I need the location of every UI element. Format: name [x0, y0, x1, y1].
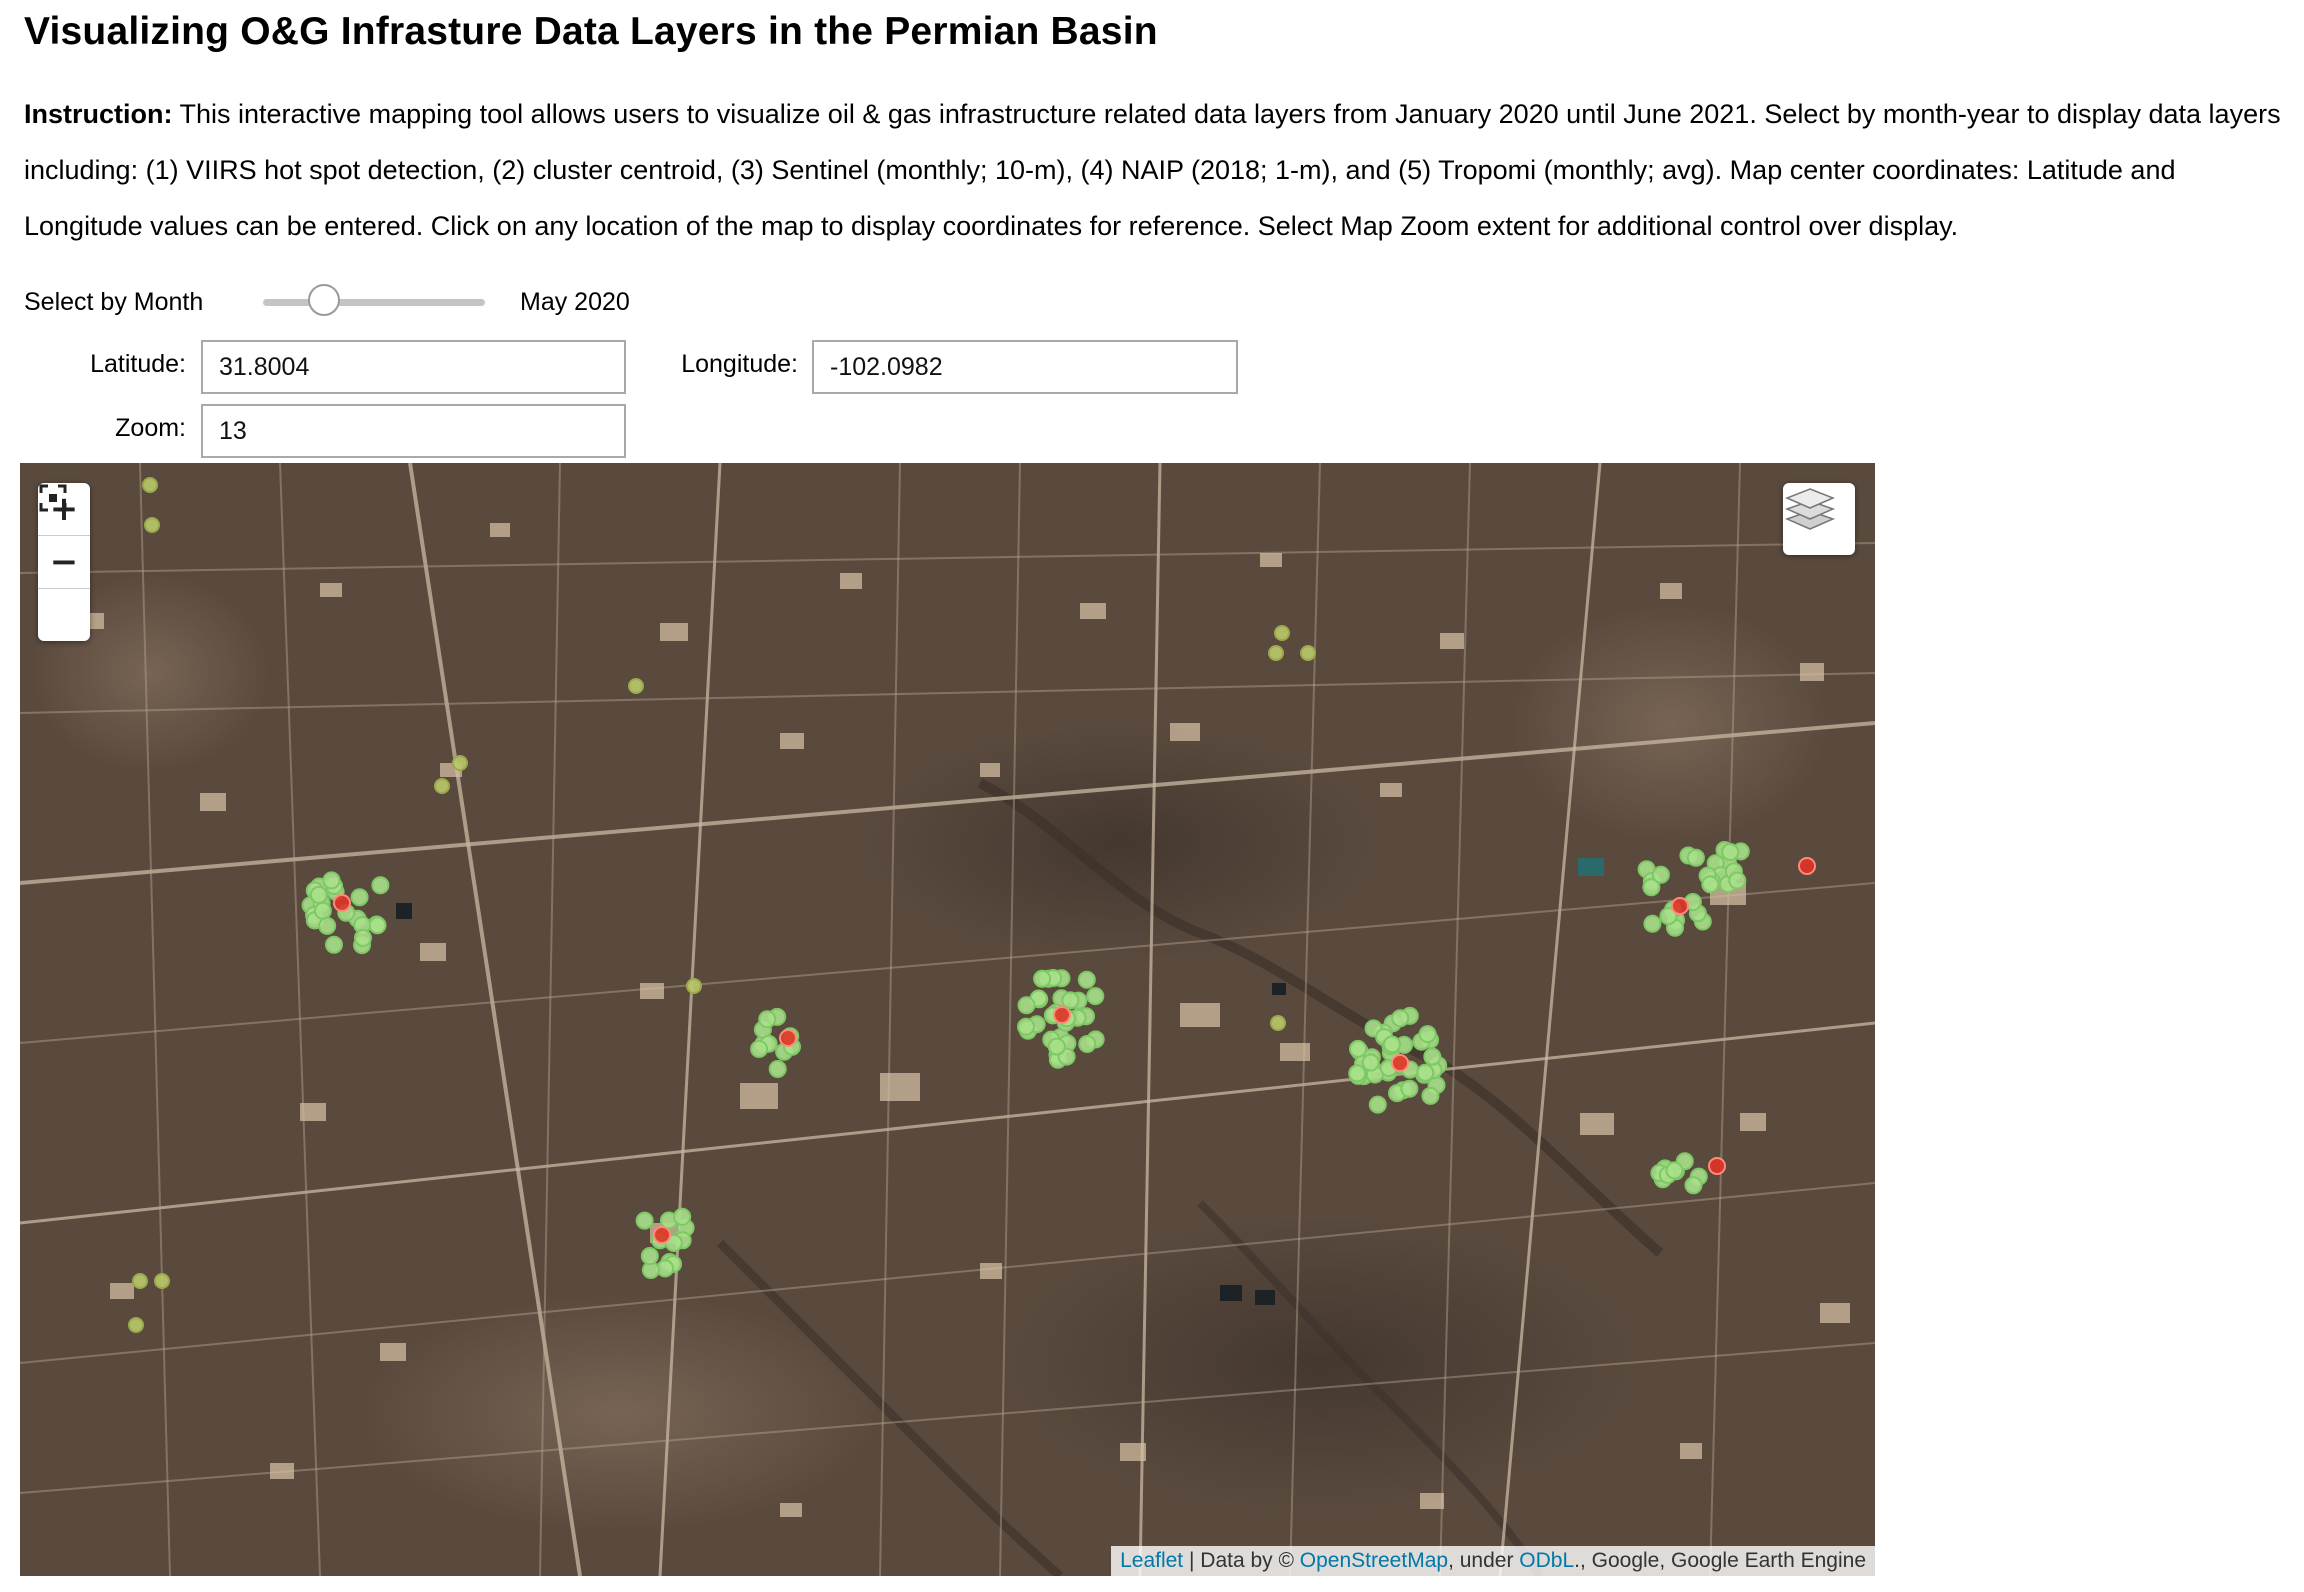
instruction-text: This interactive mapping tool allows use… [24, 99, 2281, 241]
viirs-hotspot-marker[interactable] [142, 477, 158, 493]
viirs-hotspot-marker[interactable] [1033, 969, 1052, 988]
viirs-hotspot-marker[interactable] [1728, 871, 1747, 890]
viirs-hotspot-marker[interactable] [1423, 1047, 1442, 1066]
viirs-hotspot-marker[interactable] [1643, 914, 1662, 933]
viirs-hotspot-marker[interactable] [1300, 645, 1316, 661]
viirs-hotspot-marker[interactable] [1400, 1079, 1419, 1098]
viirs-hotspot-marker[interactable] [1077, 970, 1096, 989]
odbl-link[interactable]: ODbL [1519, 1549, 1574, 1572]
latitude-input[interactable] [201, 340, 626, 394]
viirs-hotspot-marker[interactable] [1418, 1025, 1437, 1044]
cluster-centroid-marker[interactable] [1798, 857, 1816, 875]
osm-link[interactable]: OpenStreetMap [1300, 1549, 1448, 1572]
viirs-hotspot-marker[interactable] [1270, 1015, 1286, 1031]
attribution-under: , under [1448, 1549, 1520, 1572]
viirs-hotspot-marker[interactable] [309, 885, 328, 904]
viirs-hotspot-marker[interactable] [144, 517, 160, 533]
zoom-input[interactable] [201, 404, 626, 458]
viirs-hotspot-marker[interactable] [368, 916, 387, 935]
viirs-hotspot-marker[interactable] [628, 678, 644, 694]
viirs-hotspot-marker[interactable] [1078, 1035, 1097, 1053]
instruction-lead: Instruction: [24, 99, 173, 129]
viirs-hotspot-marker[interactable] [1383, 1035, 1401, 1054]
viirs-hotspot-marker[interactable] [750, 1040, 769, 1058]
viirs-hotspot-marker[interactable] [434, 778, 450, 794]
fullscreen-icon [39, 484, 67, 512]
viirs-hotspot-marker[interactable] [452, 755, 468, 771]
layers-icon [1784, 488, 1836, 530]
viirs-hotspot-marker[interactable] [768, 1060, 787, 1078]
viirs-hotspot-marker[interactable] [325, 935, 343, 954]
month-slider-row: Select by Month May 2020 [24, 282, 630, 322]
viirs-hotspot-marker[interactable] [318, 916, 337, 935]
cluster-centroid-marker[interactable] [779, 1029, 797, 1047]
viirs-hotspot-marker[interactable] [371, 876, 390, 895]
month-slider[interactable] [263, 283, 485, 316]
month-slider-thumb[interactable] [307, 283, 340, 316]
viirs-hotspot-marker[interactable] [132, 1273, 148, 1289]
map-markers-layer [128, 477, 1816, 1333]
viirs-hotspot-marker[interactable] [313, 901, 332, 920]
viirs-hotspot-marker[interactable] [1421, 1086, 1440, 1105]
viirs-hotspot-marker[interactable] [1017, 1017, 1035, 1036]
zoom-label: Zoom: [115, 414, 186, 442]
cluster-centroid-marker[interactable] [1708, 1157, 1726, 1175]
viirs-hotspot-marker[interactable] [635, 1211, 654, 1230]
viirs-hotspot-marker[interactable] [1416, 1063, 1435, 1082]
cluster-centroid-marker[interactable] [653, 1226, 671, 1244]
viirs-hotspot-marker[interactable] [1268, 645, 1284, 661]
viirs-hotspot-marker[interactable] [1047, 1037, 1066, 1056]
viirs-hotspot-marker[interactable] [1684, 1176, 1703, 1195]
month-slider-label: Select by Month [24, 287, 204, 316]
fullscreen-button[interactable] [38, 484, 90, 641]
viirs-hotspot-marker[interactable] [640, 1247, 659, 1265]
viirs-hotspot-marker[interactable] [1391, 1009, 1410, 1028]
viirs-hotspot-marker[interactable] [354, 928, 372, 947]
viirs-hotspot-marker[interactable] [1686, 848, 1705, 867]
longitude-input[interactable] [812, 340, 1238, 394]
viirs-hotspot-marker[interactable] [686, 978, 702, 994]
viirs-hotspot-marker[interactable] [1665, 1161, 1684, 1180]
viirs-hotspot-marker[interactable] [758, 1010, 777, 1029]
map-view[interactable]: + − Leaflet | Data by © OpenStreetMap, u… [20, 463, 1875, 1576]
leaflet-link[interactable]: Leaflet [1120, 1549, 1183, 1572]
map-attribution: Leaflet | Data by © OpenStreetMap, under… [1111, 1546, 1875, 1576]
month-value: May 2020 [520, 287, 630, 316]
cluster-centroid-marker[interactable] [1391, 1054, 1409, 1072]
cluster-centroid-marker[interactable] [333, 894, 351, 912]
zoom-out-button[interactable]: − [38, 536, 90, 589]
page-title: Visualizing O&G Infrasture Data Layers i… [24, 10, 1158, 53]
viirs-hotspot-marker[interactable] [1349, 1039, 1367, 1058]
viirs-hotspot-marker[interactable] [1701, 875, 1720, 894]
latitude-label: Latitude: [90, 350, 186, 378]
viirs-hotspot-marker[interactable] [1721, 843, 1740, 861]
cluster-centroid-marker[interactable] [1671, 897, 1689, 915]
viirs-hotspot-marker[interactable] [1361, 1053, 1380, 1072]
longitude-label: Longitude: [681, 350, 798, 378]
viirs-hotspot-marker[interactable] [1274, 625, 1290, 641]
attribution-sep: | Data by © [1183, 1549, 1300, 1572]
viirs-hotspot-marker[interactable] [1061, 991, 1080, 1010]
viirs-hotspot-marker[interactable] [154, 1273, 170, 1289]
viirs-hotspot-marker[interactable] [1086, 987, 1105, 1006]
cluster-centroid-marker[interactable] [1053, 1006, 1071, 1024]
viirs-hotspot-marker[interactable] [128, 1317, 144, 1333]
viirs-hotspot-marker[interactable] [1017, 996, 1036, 1015]
instructions: Instruction: This interactive mapping to… [24, 86, 2294, 254]
viirs-hotspot-marker[interactable] [1348, 1064, 1367, 1083]
viirs-hotspot-marker[interactable] [1368, 1095, 1387, 1114]
viirs-hotspot-marker[interactable] [322, 871, 341, 890]
layers-control-button[interactable] [1783, 483, 1855, 555]
attribution-rest: ., Google, Google Earth Engine [1574, 1549, 1866, 1572]
zoom-control: + − [38, 483, 90, 641]
viirs-hotspot-marker[interactable] [350, 888, 369, 907]
viirs-hotspot-marker[interactable] [673, 1207, 692, 1226]
viirs-hotspot-marker[interactable] [1651, 865, 1670, 884]
